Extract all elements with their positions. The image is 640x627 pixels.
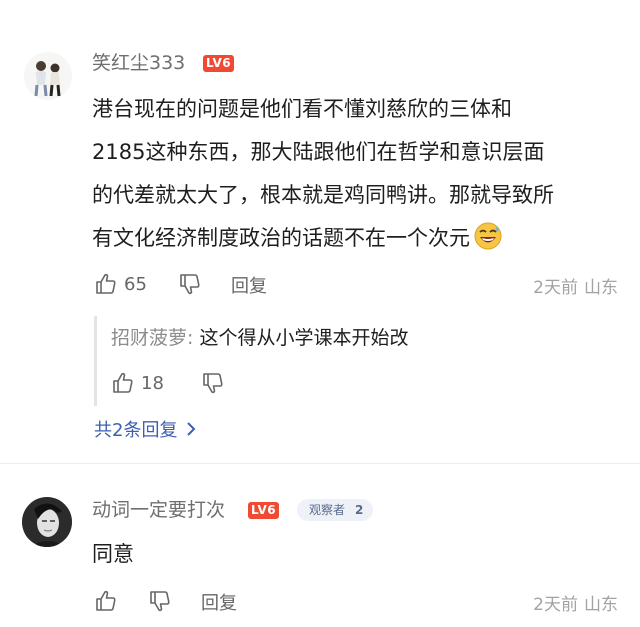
thumbs-down-icon (180, 274, 200, 295)
like-count: 65 (124, 273, 147, 295)
comment-actions: 回复 2天前 山东 (0, 586, 640, 616)
role-level: 2 (355, 503, 364, 517)
sub-dislike-button[interactable] (201, 368, 225, 398)
thumbs-up-icon (113, 372, 133, 393)
username[interactable]: 动词一定要打次 (92, 495, 225, 522)
comment-text-line: 港台现在的问题是他们看不懂刘慈欣的三体和 (92, 97, 512, 121)
thumbs-down-icon (203, 373, 223, 394)
comment-text-line: 2185这种东西，那大陆跟他们在哲学和意识层面 (92, 140, 545, 164)
comment-text-line: 有文化经济制度政治的话题不在一个次元 (92, 226, 470, 250)
location: 山东 (584, 278, 618, 298)
sub-reply-user[interactable]: 招财菠萝 (111, 327, 187, 349)
like-button[interactable]: 65 (94, 269, 147, 299)
thumbs-up-icon (96, 273, 116, 294)
comment-text-line: 的代差就太大了，根本就是鸡同鸭讲。那就导致所 (92, 183, 554, 207)
sub-reply: 招财菠萝: 这个得从小学课本开始改 (111, 323, 408, 350)
role-badge: 观察者 2 (297, 499, 374, 521)
dislike-button[interactable] (148, 586, 172, 616)
avatar[interactable] (24, 52, 72, 100)
like-button[interactable] (94, 586, 118, 616)
avatar[interactable] (22, 497, 72, 547)
reply-button[interactable]: 回复 (201, 589, 237, 615)
dislike-button[interactable] (178, 269, 202, 299)
sub-reply-colon: : (187, 327, 200, 349)
view-more-replies-link[interactable]: 共2条回复 (94, 416, 199, 442)
level-badge: LV6 (248, 502, 280, 519)
grin-sweat-emoji-icon (473, 221, 503, 266)
more-replies-label: 共2条回复 (94, 420, 178, 441)
role-label: 观察者 (309, 503, 346, 517)
location: 山东 (584, 595, 618, 615)
comment-item: 笑红尘333 LV6 港台现在的问题是他们看不懂刘慈欣的三体和 2185这种东西… (0, 0, 640, 460)
level-badge: LV6 (203, 55, 235, 72)
comment-actions: 65 回复 2天前 山东 (0, 269, 640, 299)
comment-item: 动词一定要打次 LV6 观察者 2 同意 回复 2天前 山东 (0, 464, 640, 627)
comment-meta: 2天前 山东 (533, 273, 618, 298)
sub-like-button[interactable]: 18 (111, 368, 164, 398)
chevron-right-icon (187, 422, 196, 436)
reply-button[interactable]: 回复 (231, 272, 267, 298)
comment-text: 同意 (92, 533, 134, 576)
thumbs-up-icon (96, 590, 116, 611)
comment-meta: 2天前 山东 (533, 590, 618, 615)
thumbs-down-icon (150, 591, 170, 612)
timestamp: 2天前 (533, 595, 578, 615)
sub-reply-block[interactable]: 招财菠萝: 这个得从小学课本开始改 18 (94, 316, 614, 406)
comment-text: 港台现在的问题是他们看不懂刘慈欣的三体和 2185这种东西，那大陆跟他们在哲学和… (92, 88, 554, 266)
comment-text-line: 同意 (92, 542, 134, 566)
timestamp: 2天前 (533, 278, 578, 298)
sub-like-count: 18 (141, 372, 164, 394)
sub-reply-text: 这个得从小学课本开始改 (199, 327, 409, 349)
username[interactable]: 笑红尘333 (92, 48, 185, 75)
